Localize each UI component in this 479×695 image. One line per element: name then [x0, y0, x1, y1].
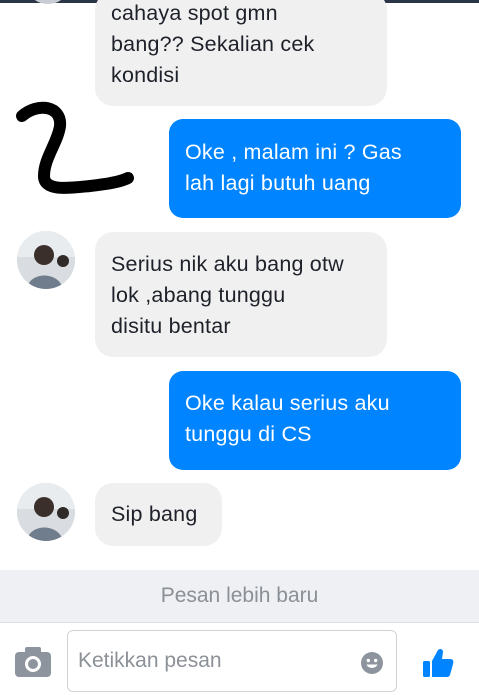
message-line: bang?? Sekalian cek — [111, 32, 315, 56]
message-line: Serius nik aku bang otw — [111, 252, 344, 276]
message-line: Oke kalau serius aku — [185, 391, 390, 415]
avatar-photo — [17, 483, 75, 541]
message-line: disitu bentar — [111, 314, 231, 338]
message-line: tunggu di CS — [185, 422, 312, 446]
message-line: lok ,abang tunggu — [111, 283, 286, 307]
emoji-icon[interactable] — [360, 651, 384, 675]
message-line: cahaya spot gmn — [111, 1, 278, 25]
message-line: lah lagi butuh uang — [185, 171, 371, 195]
message-incoming-3[interactable]: Sip bang — [95, 483, 222, 546]
message-line: Sip bang — [111, 502, 198, 526]
message-input-placeholder: Ketikkan pesan — [78, 649, 222, 672]
message-input[interactable]: Ketikkan pesan — [67, 630, 397, 692]
message-composer: Ketikkan pesan — [0, 622, 479, 695]
message-outgoing-2[interactable]: Oke kalau serius aku tunggu di CS — [169, 371, 461, 470]
message-incoming-2[interactable]: Serius nik aku bang otw lok ,abang tungg… — [95, 232, 387, 357]
newer-messages-label: Pesan lebih baru — [160, 584, 319, 607]
contact-avatar[interactable] — [17, 483, 75, 541]
thumbs-up-icon[interactable] — [421, 646, 455, 680]
camera-icon[interactable] — [14, 646, 52, 678]
message-incoming-1[interactable]: cahaya spot gmn bang?? Sekalian cek kond… — [95, 0, 387, 106]
handwritten-2-scribble — [16, 101, 134, 194]
avatar-photo — [17, 231, 75, 289]
contact-avatar[interactable] — [17, 231, 75, 289]
message-outgoing-1[interactable]: Oke , malam ini ? Gas lah lagi butuh uan… — [169, 119, 461, 218]
newer-messages-button[interactable]: Pesan lebih baru — [0, 570, 479, 622]
message-line: kondisi — [111, 63, 180, 87]
message-line: Oke , malam ini ? Gas — [185, 140, 402, 164]
